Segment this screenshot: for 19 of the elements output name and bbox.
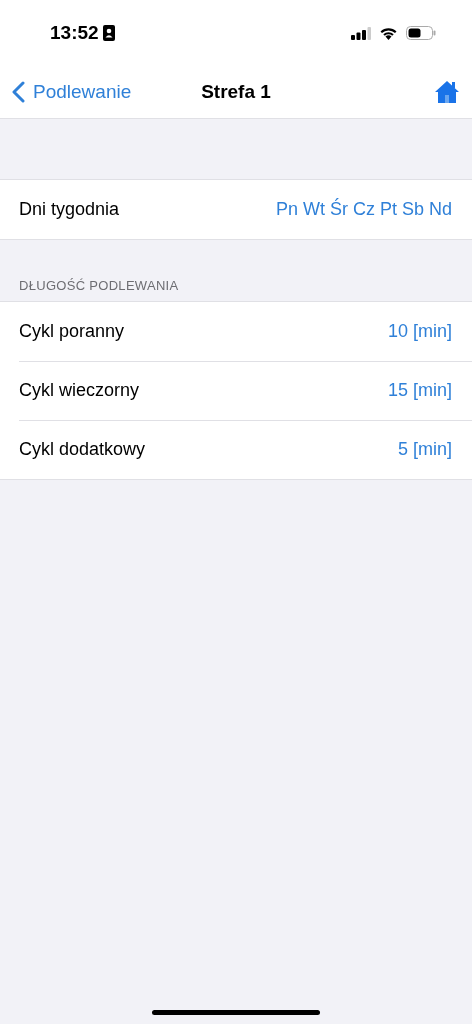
contact-card-icon — [102, 25, 115, 41]
duration-value[interactable]: 10 [min] — [387, 321, 452, 342]
nav-title: Strefa 1 — [201, 81, 271, 103]
house-icon — [434, 80, 460, 104]
status-time: 13:52 — [50, 22, 99, 44]
duration-value[interactable]: 5 [min] — [397, 439, 452, 460]
signal-icon — [351, 26, 371, 40]
back-button[interactable]: Podlewanie — [12, 81, 132, 103]
row-label: Cykl poranny — [19, 321, 125, 342]
chevron-left-icon — [12, 81, 25, 103]
days-value[interactable]: Pn Wt Śr Cz Pt Sb Nd — [275, 199, 452, 220]
section-header: DŁUGOŚĆ PODLEWANIA — [18, 277, 180, 295]
duration-value[interactable]: 15 [min] — [387, 380, 452, 401]
row-label: Cykl dodatkowy — [19, 439, 146, 460]
home-button[interactable] — [434, 80, 460, 104]
wifi-icon — [379, 26, 398, 40]
row-label: Cykl wieczorny — [19, 380, 140, 401]
battery-icon — [406, 26, 436, 40]
row-label: Dni tygodnia — [19, 199, 120, 220]
